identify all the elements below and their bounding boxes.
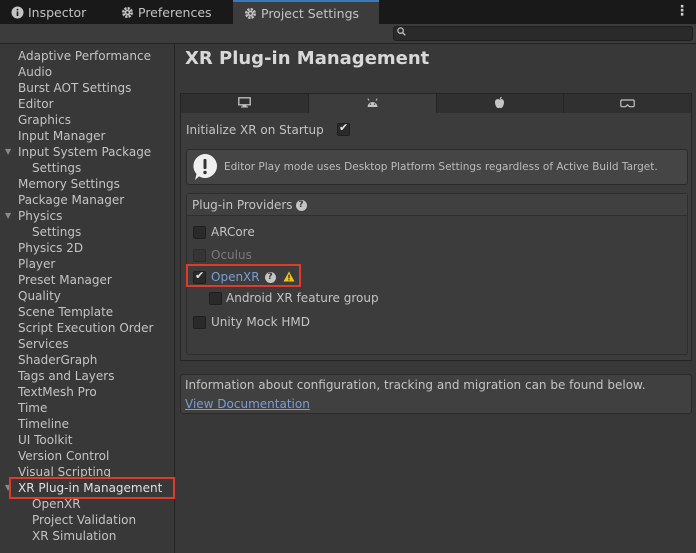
providers-title: Plug-in Providers?	[192, 198, 307, 212]
sidebar-item-xr-simulation[interactable]: XR Simulation	[0, 528, 175, 544]
provider-arcore-label: ARCore	[211, 225, 255, 239]
sidebar-item-physics[interactable]: ▼ Physics	[0, 208, 175, 224]
selection-highlight-box	[9, 477, 175, 499]
android-settings-panel: Initialize XR on Startup ✔ Editor Play m…	[180, 113, 692, 361]
sidebar-item-input-system-package[interactable]: ▼ Input System Package	[0, 144, 175, 160]
sidebar-item-shadergraph[interactable]: ShaderGraph	[0, 352, 175, 368]
tab-project-settings[interactable]: Project Settings	[233, 0, 379, 24]
view-documentation-link[interactable]: View Documentation	[185, 397, 310, 411]
sidebar-item-physics-settings[interactable]: Settings	[0, 224, 175, 240]
init-xr-label: Initialize XR on Startup	[186, 123, 324, 137]
help-message: Editor Play mode uses Desktop Platform S…	[224, 161, 658, 173]
tab-desktop[interactable]	[181, 94, 309, 113]
more-options-icon[interactable]: ⋮	[675, 3, 689, 19]
sidebar-item-services[interactable]: Services	[0, 336, 175, 352]
tab-ios[interactable]	[436, 94, 565, 113]
provider-unity-mock-hmd-label: Unity Mock HMD	[211, 315, 311, 329]
sidebar-item-burst-aot[interactable]: Burst AOT Settings	[0, 80, 175, 96]
page-title: XR Plug-in Management	[185, 48, 430, 69]
sidebar-item-scene-template[interactable]: Scene Template	[0, 304, 175, 320]
info-icon	[10, 5, 24, 19]
search-row	[0, 24, 696, 44]
sidebar-item-memory-settings[interactable]: Memory Settings	[0, 176, 175, 192]
sidebar-item-time[interactable]: Time	[0, 400, 175, 416]
desktop-icon	[238, 96, 251, 111]
sidebar-item-physics-2d[interactable]: Physics 2D	[0, 240, 175, 256]
sidebar-item-player[interactable]: Player	[0, 256, 175, 272]
provider-android-xr-label: Android XR feature group	[226, 291, 379, 305]
sidebar-item-input-settings[interactable]: Settings	[0, 160, 175, 176]
unity-mock-hmd-checkbox[interactable]	[193, 316, 206, 329]
init-xr-checkbox[interactable]: ✔	[337, 121, 350, 136]
sidebar-item-textmesh-pro[interactable]: TextMesh Pro	[0, 384, 175, 400]
help-icon[interactable]: ?	[295, 200, 307, 211]
providers-header: Plug-in Providers?	[187, 194, 687, 216]
sidebar-item-adaptive-performance[interactable]: Adaptive Performance	[0, 48, 175, 64]
provider-oculus-label: Oculus	[211, 248, 252, 262]
sidebar-item-version-control[interactable]: Version Control	[0, 448, 175, 464]
platform-tabs	[180, 93, 692, 113]
oculus-checkbox	[193, 249, 206, 262]
search-input[interactable]	[393, 26, 693, 41]
sidebar-item-quality[interactable]: Quality	[0, 288, 175, 304]
info-bubble-icon	[192, 153, 218, 181]
search-icon	[397, 27, 406, 39]
sidebar-item-graphics[interactable]: Graphics	[0, 112, 175, 128]
gear-icon	[243, 6, 257, 20]
sidebar-item-input-manager[interactable]: Input Manager	[0, 128, 175, 144]
info-box: Information about configuration, trackin…	[180, 374, 692, 414]
sidebar-item-tags-and-layers[interactable]: Tags and Layers	[0, 368, 175, 384]
settings-sidebar: Adaptive Performance Audio Burst AOT Set…	[0, 44, 175, 553]
expand-arrow-icon[interactable]: ▼	[5, 144, 11, 160]
sidebar-item-audio[interactable]: Audio	[0, 64, 175, 80]
sidebar-item-ui-toolkit[interactable]: UI Toolkit	[0, 432, 175, 448]
android-xr-feature-checkbox[interactable]	[209, 292, 222, 305]
tab-inspector[interactable]: Inspector	[0, 0, 110, 24]
tab-label: Inspector	[28, 4, 87, 20]
tab-preferences[interactable]: Preferences	[110, 0, 233, 24]
expand-arrow-icon[interactable]: ▼	[5, 208, 11, 224]
sidebar-item-preset-manager[interactable]: Preset Manager	[0, 272, 175, 288]
tab-bar: Inspector Preferences Project Settings ⋮	[0, 0, 696, 24]
vr-headset-icon	[620, 97, 635, 111]
tab-android[interactable]	[308, 94, 437, 113]
tab-vr[interactable]	[564, 94, 691, 113]
info-text: Information about configuration, trackin…	[185, 378, 646, 392]
sidebar-item-timeline[interactable]: Timeline	[0, 416, 175, 432]
arcore-checkbox[interactable]	[193, 226, 206, 239]
tab-label: Preferences	[138, 4, 212, 20]
sidebar-item-project-validation[interactable]: Project Validation	[0, 512, 175, 528]
android-icon	[366, 97, 379, 111]
apple-icon	[494, 96, 505, 112]
tab-label: Project Settings	[261, 5, 360, 21]
main-panel: XR Plug-in Management Initialize XR on S…	[176, 44, 696, 553]
sidebar-item-script-execution-order[interactable]: Script Execution Order	[0, 320, 175, 336]
openxr-highlight-box	[186, 264, 301, 287]
sidebar-item-editor[interactable]: Editor	[0, 96, 175, 112]
checkmark-icon: ✔	[339, 121, 349, 134]
gear-icon	[120, 5, 134, 19]
help-box: Editor Play mode uses Desktop Platform S…	[186, 149, 688, 185]
sidebar-item-package-manager[interactable]: Package Manager	[0, 192, 175, 208]
